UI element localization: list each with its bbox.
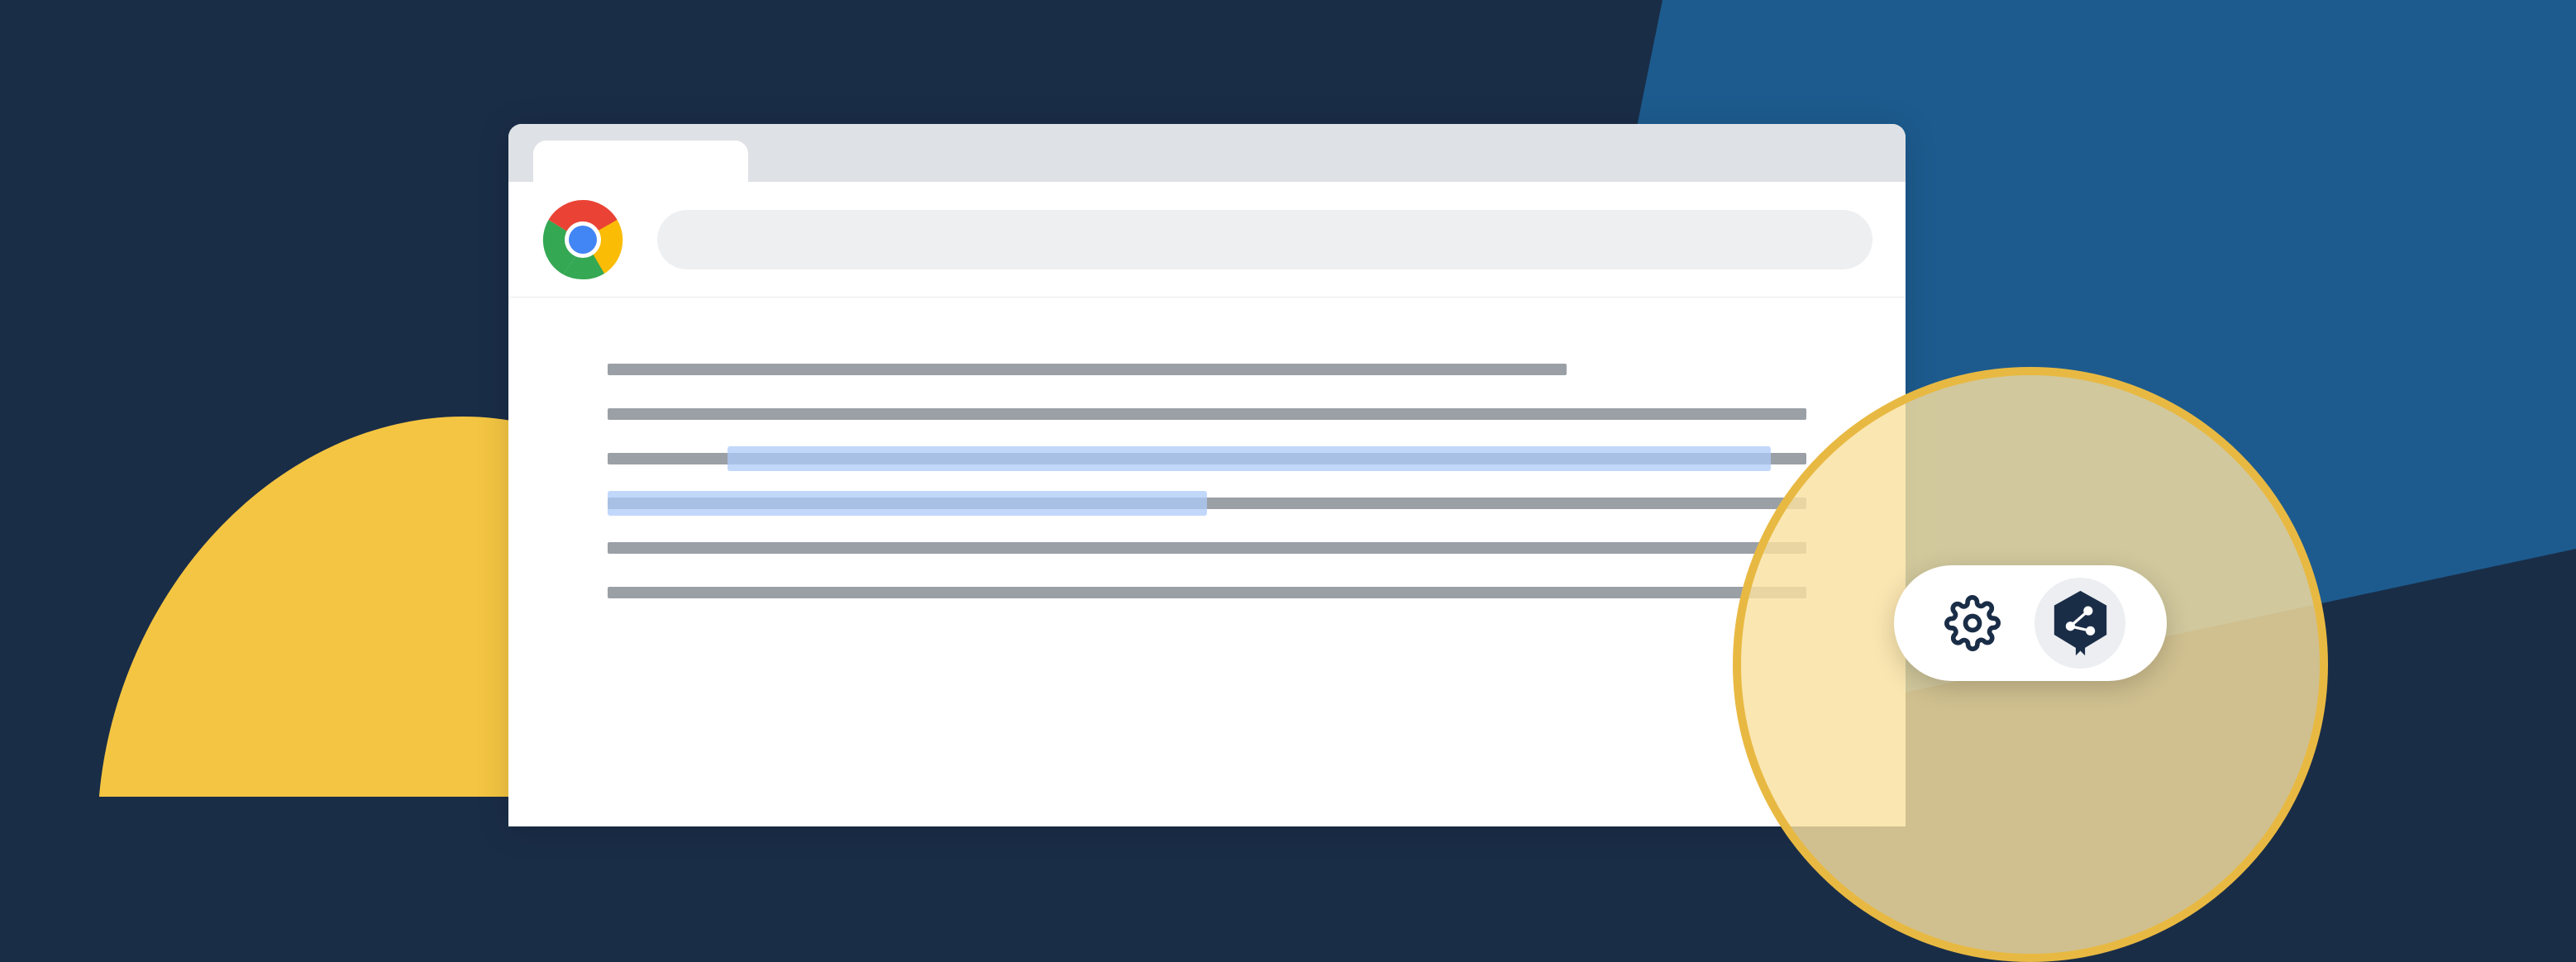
browser-window — [508, 124, 1906, 826]
content-text-line — [608, 364, 1567, 375]
share-extension-button[interactable] — [2035, 578, 2125, 669]
gear-icon — [1944, 595, 2001, 651]
extension-toolbar — [1894, 565, 2167, 681]
chrome-logo-icon — [541, 198, 624, 281]
settings-button[interactable] — [1935, 586, 2010, 660]
text-selection-highlight — [727, 446, 1771, 471]
content-text-line — [608, 587, 1806, 598]
browser-toolbar — [508, 182, 1906, 298]
browser-tab-active[interactable] — [533, 140, 748, 182]
content-text-line — [608, 542, 1806, 554]
browser-tab-strip — [508, 124, 1906, 182]
content-text-line-highlighted — [608, 453, 1806, 464]
content-text-line-highlighted — [608, 498, 1806, 509]
content-text-line — [608, 408, 1806, 420]
magnifier-lens — [1733, 367, 2328, 962]
text-selection-highlight — [608, 491, 1207, 516]
address-bar[interactable] — [657, 210, 1872, 269]
page-content-area — [508, 298, 1906, 826]
hexagon-share-icon — [2049, 589, 2111, 657]
